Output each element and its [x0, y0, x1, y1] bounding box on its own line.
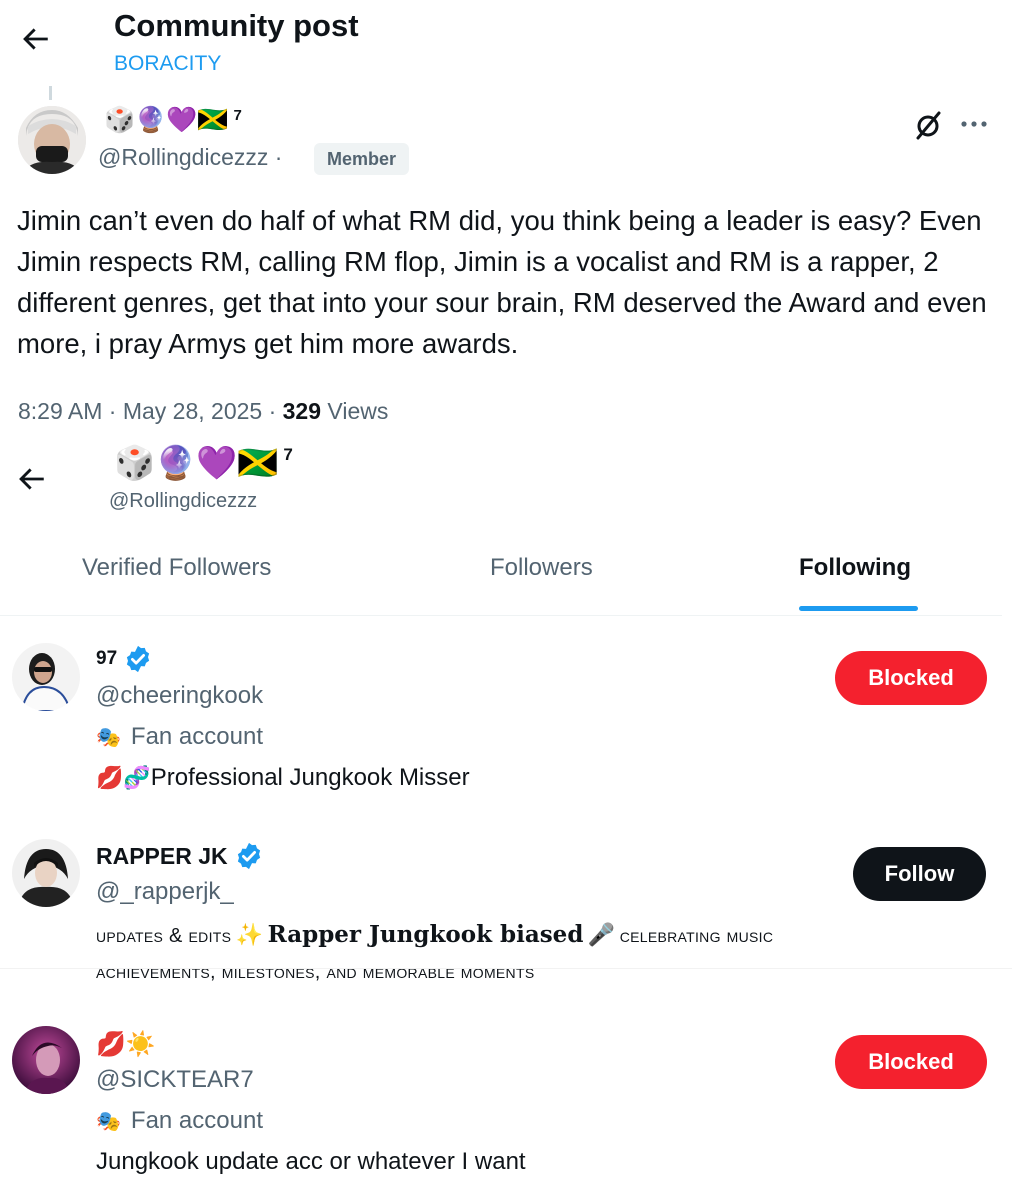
verified-badge-icon	[237, 842, 260, 870]
grok-icon[interactable]	[912, 109, 944, 141]
fan-account-text: Fan account	[130, 1107, 263, 1134]
user-handle[interactable]: @_rapperjk_	[96, 878, 234, 906]
user-handle[interactable]: @cheeringkook	[96, 682, 263, 710]
active-tab-indicator	[799, 606, 918, 611]
user-avatar[interactable]	[12, 839, 80, 907]
profile-handle: @Rollingdicezzz	[109, 490, 258, 512]
profile-emojis: 🎲🔮💜🇯🇲	[114, 444, 279, 481]
user-name[interactable]: 💋☀️	[96, 1030, 156, 1059]
user-name-text: 97	[96, 648, 118, 669]
user-avatar[interactable]	[12, 1026, 80, 1094]
sparkles-icon: ✨	[235, 922, 264, 947]
user-name[interactable]: 97	[96, 644, 153, 674]
bio-bold-text: Rapper Jungkook biased	[267, 921, 584, 948]
post-text: Jimin can’t even do half of what RM did,…	[17, 205, 987, 359]
follow-tabs: Verified Followers Followers Following	[0, 540, 1002, 616]
back-arrow-icon[interactable]	[18, 22, 52, 56]
post-timestamp[interactable]: 8:29 AM · May 28, 2025 ·	[18, 398, 283, 424]
author-avatar[interactable]	[18, 106, 86, 174]
views-count: 329	[282, 398, 322, 424]
more-options-icon[interactable]	[959, 112, 989, 136]
fan-account-text: Fan account	[130, 723, 263, 750]
follow-button[interactable]: Follow	[853, 847, 986, 901]
divider	[0, 968, 1012, 969]
post-meta: 8:29 AM · May 28, 2025 · 329 Views	[18, 398, 388, 425]
verified-badge-icon	[127, 645, 150, 673]
page-title: Community post	[114, 8, 359, 43]
theater-mask-icon: 🎭	[96, 726, 121, 749]
profile-sup: 7	[283, 445, 293, 464]
microphone-icon: 🎤	[587, 922, 616, 947]
user-bio: 💋🧬Professional Jungkook Misser	[96, 764, 470, 792]
tab-following[interactable]: Following	[799, 554, 911, 582]
tab-followers[interactable]: Followers	[490, 554, 593, 582]
author-emojis: 🎲🔮💜🇯🇲	[104, 106, 229, 134]
member-badge: Member	[314, 143, 410, 175]
blocked-button[interactable]: Blocked	[835, 651, 987, 705]
fan-account-label: 🎭 Fan account	[96, 723, 263, 751]
bio-text: updates & edits	[96, 925, 232, 947]
author-display-name[interactable]: 🎲🔮💜🇯🇲 7	[104, 108, 242, 133]
blocked-button[interactable]: Blocked	[835, 1035, 987, 1089]
thread-line	[49, 86, 52, 100]
profile-display-name: 🎲🔮💜🇯🇲 7	[114, 446, 293, 479]
user-bio: Jungkook update acc or whatever I want	[96, 1148, 526, 1175]
user-handle[interactable]: @SICKTEAR7	[96, 1066, 254, 1094]
fan-account-label: 🎭 Fan account	[96, 1107, 263, 1135]
bio-text: Professional Jungkook Misser	[150, 764, 470, 791]
user-name-text: RAPPER JK	[96, 842, 228, 869]
author-handle[interactable]: @Rollingdicezzz ·	[98, 144, 282, 171]
back-arrow-icon[interactable]	[14, 462, 48, 496]
bio-emoji: 💋🧬	[96, 765, 151, 790]
theater-mask-icon: 🎭	[96, 1110, 121, 1133]
user-name[interactable]: RAPPER JK	[96, 841, 264, 871]
user-avatar[interactable]	[12, 643, 80, 711]
views-label: Views	[321, 398, 389, 424]
tab-verified-followers[interactable]: Verified Followers	[82, 554, 271, 582]
bio-text: achievements, milestones, and memorable …	[96, 961, 535, 983]
author-sup: 7	[233, 107, 242, 124]
community-name[interactable]: BORACITY	[114, 52, 221, 76]
user-bio: updates & edits ✨ Rapper Jungkook biased…	[96, 918, 896, 991]
bio-text: celebrating music	[619, 925, 774, 947]
